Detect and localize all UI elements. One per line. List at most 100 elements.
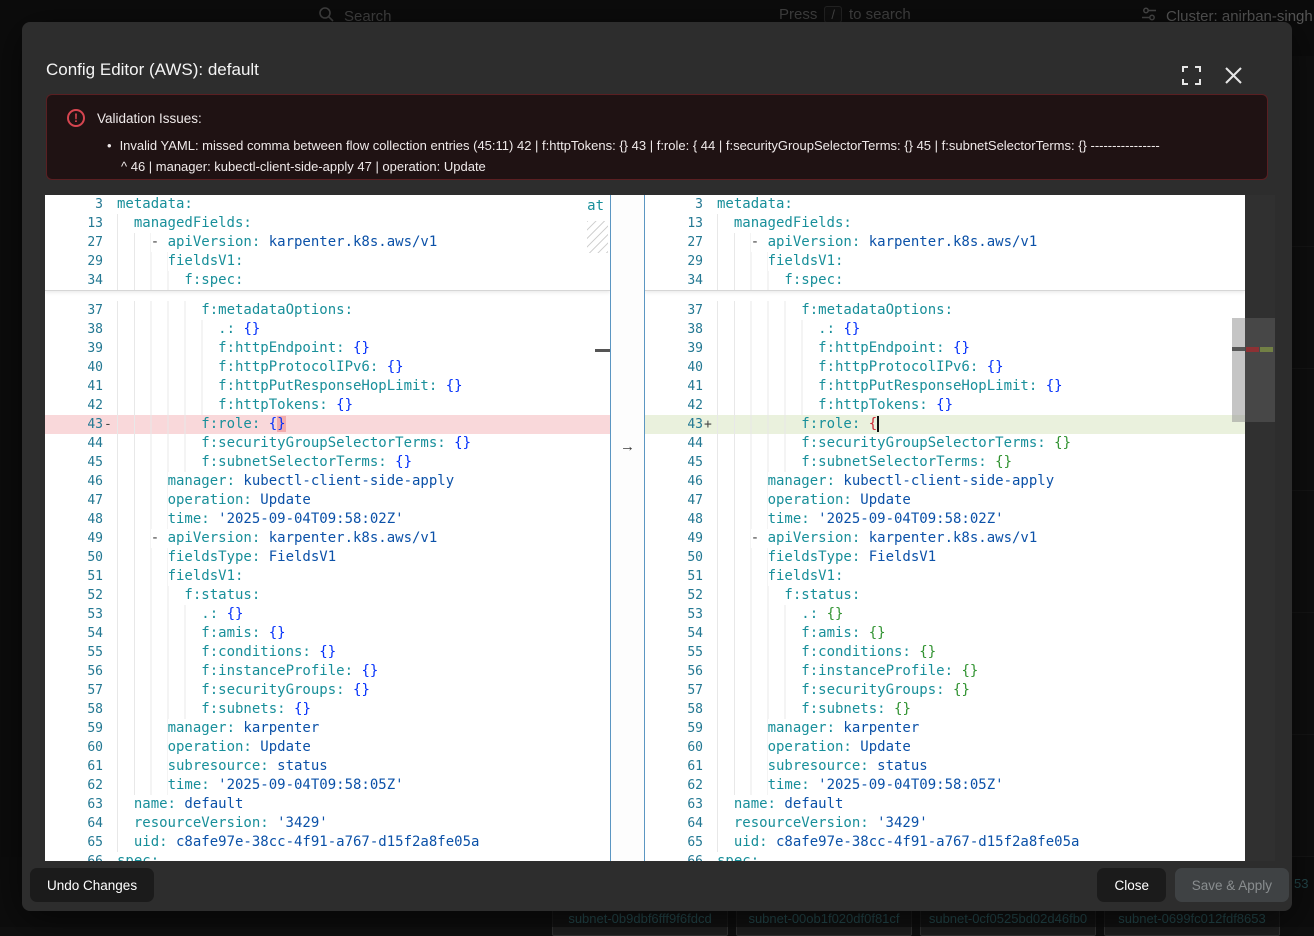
code-line[interactable]: 47operation: Update [45,491,610,510]
diff-editor-modified-pane[interactable]: 3metadata:13managedFields:27- apiVersion… [645,195,1245,861]
code-line[interactable]: 59manager: karpenter [45,719,610,738]
code-line[interactable]: 62time: '2025-09-04T09:58:05Z' [645,776,1245,795]
code-line[interactable]: 56f:instanceProfile: {} [45,662,610,681]
code-line[interactable]: 55f:conditions: {} [45,643,610,662]
code-line[interactable]: 27- apiVersion: karpenter.k8s.aws/v1 [45,233,610,252]
code-line[interactable]: 61subresource: status [45,757,610,776]
code-line[interactable]: 45f:subnetSelectorTerms: {} [645,453,1245,472]
code-line[interactable]: 41f:httpPutResponseHopLimit: {} [645,377,1245,396]
code-line[interactable]: 58f:subnets: {} [645,700,1245,719]
diff-editor-sash[interactable]: → [610,195,645,861]
code-line[interactable]: 13managedFields: [45,214,610,233]
code-line[interactable]: 64resourceVersion: '3429' [45,814,610,833]
code-line[interactable]: 29fieldsV1: [645,252,1245,271]
code-line[interactable]: 64resourceVersion: '3429' [645,814,1245,833]
code-line[interactable]: 44f:securityGroupSelectorTerms: {} [645,434,1245,453]
code-line[interactable]: 58f:subnets: {} [45,700,610,719]
bullet-glyph: • [107,138,112,153]
code-line[interactable]: 38.: {} [45,320,610,339]
code-line[interactable]: 27- apiVersion: karpenter.k8s.aws/v1 [645,233,1245,252]
code-line[interactable]: 34f:spec: [645,271,1245,290]
code-line[interactable]: 59manager: karpenter [645,719,1245,738]
code-line[interactable]: 52f:status: [45,586,610,605]
yaml-diff-editor: 3metadata:13managedFields:27- apiVersion… [45,195,1275,861]
code-line[interactable]: 53.: {} [45,605,610,624]
revert-diff-arrow[interactable]: → [611,437,644,456]
fullscreen-button[interactable] [1178,62,1204,88]
overview-viewport-slider[interactable] [1245,318,1275,422]
code-line[interactable]: 40f:httpProtocolIPv6: {} [645,358,1245,377]
validation-line-2: ^ 46 | manager: kubectl-client-side-appl… [107,156,1247,177]
code-line[interactable]: 42f:httpTokens: {} [645,396,1245,415]
code-line[interactable]: 56f:instanceProfile: {} [645,662,1245,681]
code-line[interactable]: 46manager: kubectl-client-side-apply [645,472,1245,491]
validation-heading: Validation Issues: [97,111,202,126]
config-editor-dialog: Config Editor (AWS): default ! Validatio… [22,22,1292,911]
vertical-scrollbar-thumb[interactable] [1232,318,1245,422]
code-line[interactable]: 45f:subnetSelectorTerms: {} [45,453,610,472]
code-line[interactable]: 57f:securityGroups: {} [45,681,610,700]
code-line[interactable]: 50fieldsType: FieldsV1 [645,548,1245,567]
left-overview-mark [595,349,610,352]
code-line[interactable]: 3metadata: [645,195,1245,214]
code-line[interactable]: 47operation: Update [645,491,1245,510]
code-line[interactable]: 50fieldsType: FieldsV1 [45,548,610,567]
validation-line-1: Invalid YAML: missed comma between flow … [120,138,1160,153]
code-line[interactable]: 46manager: kubectl-client-side-apply [45,472,610,491]
dialog-title: Config Editor (AWS): default [46,60,259,80]
sticky-scroll-left: 3metadata:13managedFields:27- apiVersion… [45,195,610,291]
code-line[interactable]: 48time: '2025-09-04T09:58:02Z' [645,510,1245,529]
code-line[interactable]: 48time: '2025-09-04T09:58:02Z' [45,510,610,529]
code-line[interactable]: 54f:amis: {} [645,624,1245,643]
overview-deleted-mark [1246,347,1259,352]
close-button[interactable]: Close [1097,868,1166,902]
code-line[interactable]: 66spec: [45,852,610,861]
code-line[interactable]: 65uid: c8afe97e-38cc-4f91-a767-d15f2a8fe… [645,833,1245,852]
code-line[interactable]: 52f:status: [645,586,1245,605]
code-line[interactable]: 34f:spec: [45,271,610,290]
overview-added-mark [1260,347,1273,352]
code-line[interactable]: 62time: '2025-09-04T09:58:05Z' [45,776,610,795]
code-line[interactable]: 13managedFields: [645,214,1245,233]
code-line[interactable]: 53.: {} [645,605,1245,624]
close-icon[interactable] [1220,62,1246,88]
code-line[interactable]: 61subresource: status [645,757,1245,776]
code-line[interactable]: 44f:securityGroupSelectorTerms: {} [45,434,610,453]
code-line[interactable]: 65uid: c8afe97e-38cc-4f91-a767-d15f2a8fe… [45,833,610,852]
code-line[interactable]: 41f:httpPutResponseHopLimit: {} [45,377,610,396]
diff-editor-original-pane[interactable]: 3metadata:13managedFields:27- apiVersion… [45,195,610,861]
code-line[interactable]: 63name: default [645,795,1245,814]
code-lines-left: 37f:metadataOptions:38.: {}39f:httpEndpo… [45,301,610,861]
code-line[interactable]: 49- apiVersion: karpenter.k8s.aws/v1 [645,529,1245,548]
code-line[interactable]: 40f:httpProtocolIPv6: {} [45,358,610,377]
code-line[interactable]: 60operation: Update [45,738,610,757]
code-line[interactable]: 43+f:role: { [645,415,1245,434]
scrollbar-cursor-mark [1232,347,1245,351]
text-cursor [877,416,879,432]
code-line[interactable]: 49- apiVersion: karpenter.k8s.aws/v1 [45,529,610,548]
code-line[interactable]: 51fieldsV1: [45,567,610,586]
code-lines-right: 37f:metadataOptions:38.: {}39f:httpEndpo… [645,301,1245,861]
code-line[interactable]: 51fieldsV1: [645,567,1245,586]
code-line[interactable]: 66spec: [645,852,1245,861]
code-line[interactable]: 38.: {} [645,320,1245,339]
code-line[interactable]: 55f:conditions: {} [645,643,1245,662]
code-line[interactable]: 37f:metadataOptions: [45,301,610,320]
code-line[interactable]: 60operation: Update [645,738,1245,757]
error-icon: ! [67,109,85,127]
left-pane-overflow-text: at [587,198,604,214]
diff-overview-ruler[interactable] [1245,195,1275,861]
code-line[interactable]: 63name: default [45,795,610,814]
code-line[interactable]: 29fieldsV1: [45,252,610,271]
code-line[interactable]: 39f:httpEndpoint: {} [45,339,610,358]
code-line[interactable]: 39f:httpEndpoint: {} [645,339,1245,358]
code-line[interactable]: 3metadata: [45,195,610,214]
undo-changes-button[interactable]: Undo Changes [30,868,154,902]
code-line[interactable]: 43-f:role: {} [45,415,610,434]
code-line[interactable]: 37f:metadataOptions: [645,301,1245,320]
code-line[interactable]: 57f:securityGroups: {} [645,681,1245,700]
code-line[interactable]: 54f:amis: {} [45,624,610,643]
validation-banner: ! Validation Issues: • Invalid YAML: miss… [46,94,1268,180]
save-apply-button[interactable]: Save & Apply [1175,868,1289,902]
code-line[interactable]: 42f:httpTokens: {} [45,396,610,415]
